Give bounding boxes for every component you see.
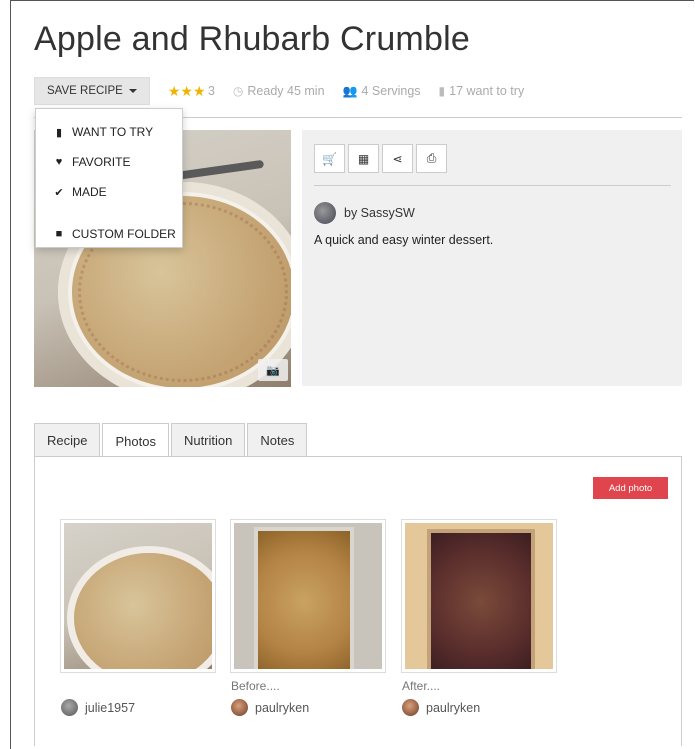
photo-card[interactable]	[230, 519, 386, 673]
save-recipe-label: SAVE RECIPE	[47, 85, 123, 97]
caret-down-icon	[128, 89, 137, 93]
photo-thumbnail	[64, 523, 212, 669]
save-recipe-dropdown: ▮ WANT TO TRY ♥ FAVORITE ✔ MADE ■ CUSTOM…	[35, 108, 183, 248]
tab-recipe[interactable]: Recipe	[34, 423, 101, 457]
calendar-icon: ▦	[357, 151, 370, 166]
tab-nutrition[interactable]: Nutrition	[170, 423, 246, 457]
tab-photos[interactable]: Photos	[102, 423, 169, 458]
bookmark-icon: ▮	[438, 84, 446, 98]
share-button[interactable]: ⋖	[382, 144, 413, 173]
photo-user[interactable]: paulryken	[231, 699, 309, 716]
cart-icon: 🛒	[322, 151, 337, 166]
avatar	[314, 202, 336, 224]
ready-time: ◷ Ready 45 min	[233, 84, 325, 98]
bookmark-icon: ▮	[55, 126, 63, 139]
recipe-tabs: Recipe Photos Nutrition Notes	[34, 423, 309, 458]
star-icon: ★	[180, 82, 193, 99]
recipe-meta-row: SAVE RECIPE ★ ★ ★ 3 ◷ Ready 45 min 👥 4 S…	[34, 76, 524, 106]
want-to-try-count: ▮ 17 want to try	[439, 84, 525, 98]
print-icon: ⎙	[426, 151, 437, 165]
photo-user[interactable]: paulryken	[402, 699, 480, 716]
people-icon: 👥	[342, 84, 358, 98]
camera-icon[interactable]: 📷	[258, 359, 288, 381]
tab-notes[interactable]: Notes	[247, 423, 308, 457]
menu-item-want-to-try[interactable]: ▮ WANT TO TRY	[36, 117, 182, 147]
star-icon: ★	[167, 82, 181, 99]
photo-user[interactable]: julie1957	[61, 699, 135, 716]
heart-icon: ♥	[55, 156, 63, 168]
author-line[interactable]: by SassySW	[314, 202, 415, 224]
ready-time-label: Ready 45 min	[247, 84, 325, 98]
photo-thumbnail	[234, 523, 382, 669]
rating-count: 3	[207, 84, 215, 98]
save-recipe-button[interactable]: SAVE RECIPE	[34, 77, 150, 105]
cart-button[interactable]: 🛒	[314, 144, 345, 173]
servings: 👥 4 Servings	[343, 84, 421, 98]
calendar-button[interactable]: ▦	[348, 144, 379, 173]
info-divider	[314, 185, 671, 186]
photo-card[interactable]	[60, 519, 216, 673]
half-star-icon: ★	[192, 82, 204, 99]
avatar	[231, 699, 248, 716]
recipe-info-panel: 🛒 ▦ ⋖ ⎙ by SassySW A quick and easy wint…	[302, 130, 682, 386]
recipe-toolbar: 🛒 ▦ ⋖ ⎙	[314, 144, 447, 173]
photos-tab-panel: Add photo julie1957 Before.... paulryken…	[34, 456, 682, 746]
avatar	[61, 699, 78, 716]
menu-item-favorite[interactable]: ♥ FAVORITE	[36, 147, 182, 177]
menu-item-custom-folder[interactable]: ■ CUSTOM FOLDER	[36, 219, 182, 249]
recipe-description: A quick and easy winter dessert.	[314, 233, 494, 247]
rating-stars[interactable]: ★ ★ ★ 3	[168, 83, 215, 100]
want-to-try-label: 17 want to try	[449, 84, 525, 98]
add-photo-button[interactable]: Add photo	[593, 477, 668, 499]
share-icon: ⋖	[392, 151, 403, 166]
photo-caption: Before....	[231, 679, 280, 693]
servings-label: 4 Servings	[361, 84, 421, 98]
folder-icon: ■	[55, 228, 63, 240]
photo-card[interactable]	[401, 519, 557, 673]
check-icon: ✔	[54, 186, 64, 199]
photo-caption: After....	[402, 679, 441, 693]
menu-item-made[interactable]: ✔ MADE	[36, 177, 182, 207]
clock-icon: ◷	[232, 84, 244, 98]
photo-thumbnail	[405, 523, 553, 669]
author-name: by SassySW	[344, 206, 415, 220]
avatar	[402, 699, 419, 716]
recipe-title: Apple and Rhubarb Crumble	[34, 20, 470, 58]
print-button[interactable]: ⎙	[416, 144, 447, 173]
